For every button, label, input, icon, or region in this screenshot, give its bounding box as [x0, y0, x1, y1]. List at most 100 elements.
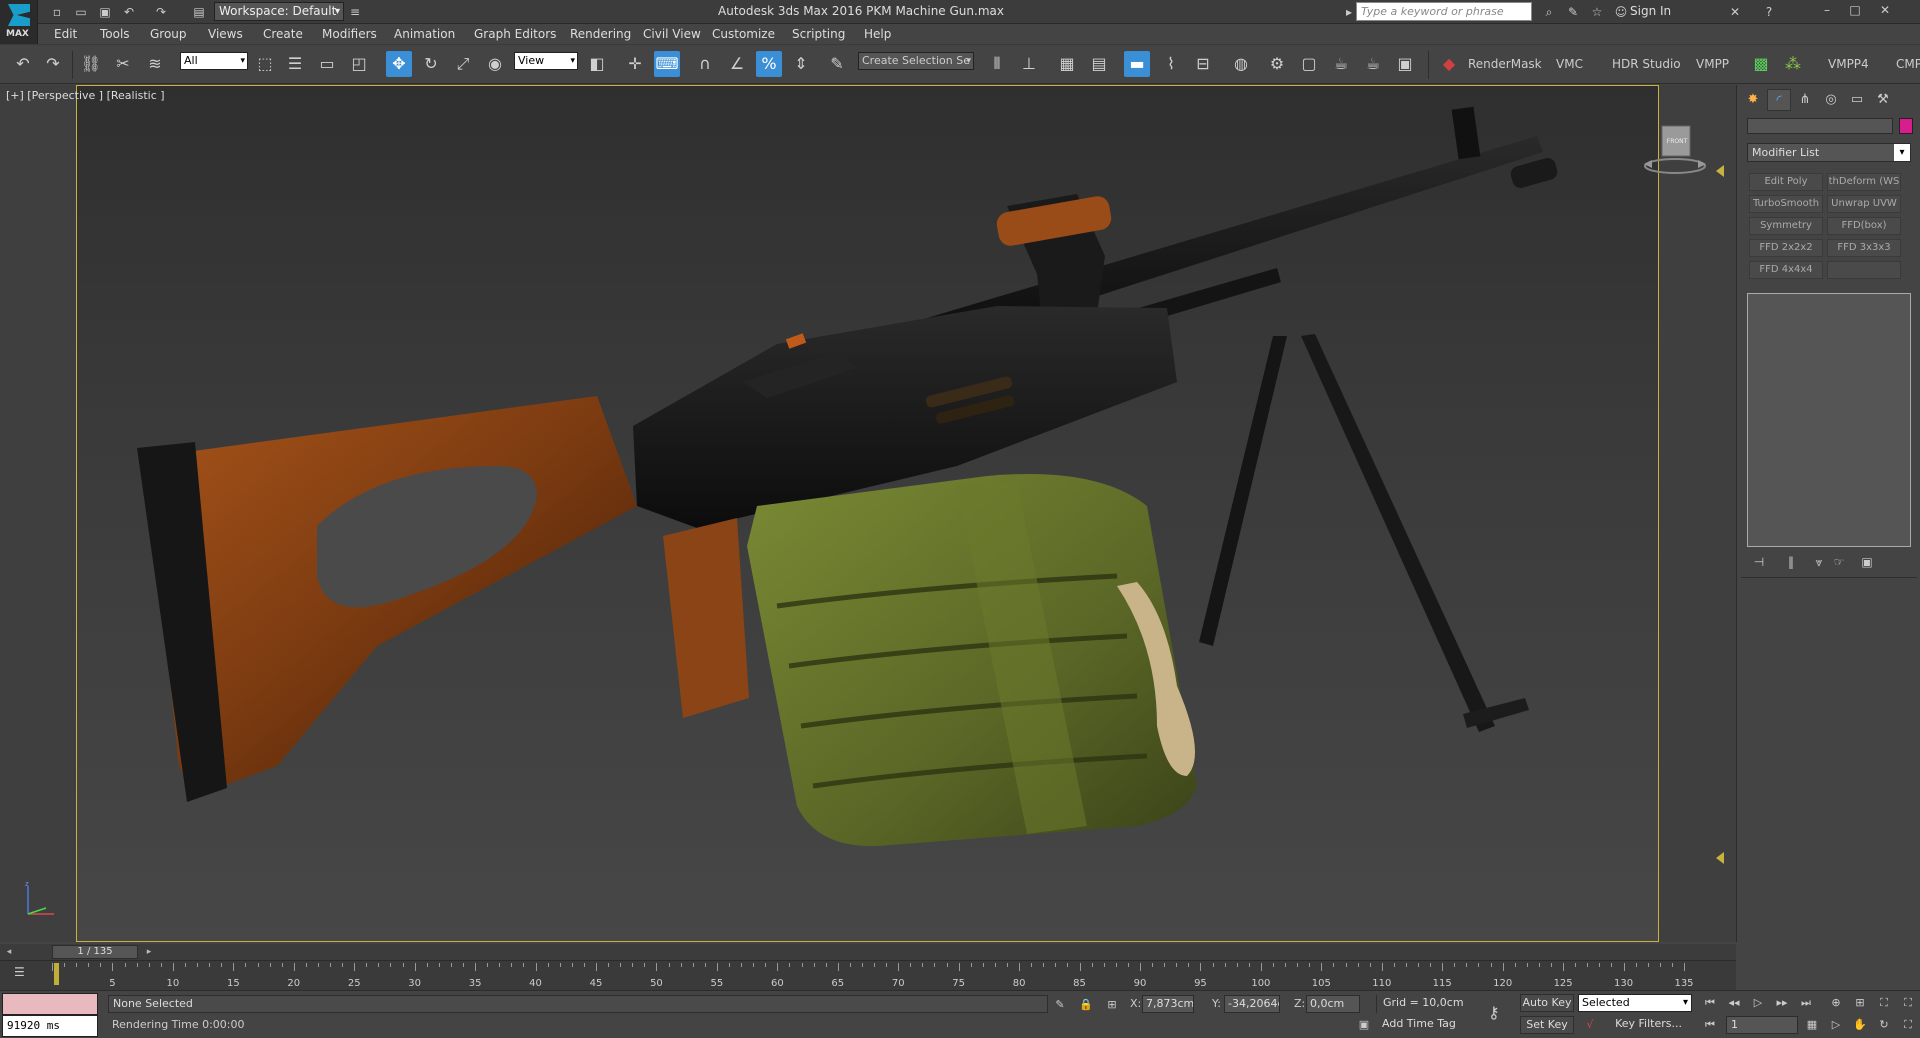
- object-color-swatch[interactable]: [1899, 118, 1913, 134]
- set-key-button[interactable]: Set Key: [1520, 1016, 1574, 1034]
- configure-modifier-sets-icon[interactable]: ▣: [1857, 553, 1877, 571]
- select-and-rotate-icon[interactable]: ↻: [418, 51, 444, 77]
- z-coord-field[interactable]: 0,0cm: [1306, 995, 1360, 1013]
- redo-icon[interactable]: ↷: [40, 51, 66, 77]
- quick-access-menu-icon[interactable]: ≡: [346, 3, 364, 21]
- spinner-snap-icon[interactable]: ⇕: [788, 51, 814, 77]
- maxscript-listener-input[interactable]: [2, 993, 98, 1015]
- menu-edit[interactable]: Edit: [54, 27, 77, 41]
- selection-lock-icon[interactable]: 🔒: [1078, 997, 1094, 1013]
- key-mode-toggle-icon[interactable]: ⏮: [1700, 1016, 1720, 1034]
- minimize-button[interactable]: –: [1814, 0, 1840, 20]
- modifier-button-ffd-box[interactable]: FFD(box): [1827, 217, 1901, 235]
- time-slider[interactable]: ◂ 1 / 135 ▸: [0, 944, 1736, 960]
- mirror-icon[interactable]: ⫴: [984, 51, 1010, 77]
- next-frame-icon[interactable]: ▸▸: [1772, 994, 1792, 1012]
- plugin-cmp[interactable]: CMP: [1896, 57, 1920, 71]
- save-file-icon[interactable]: ▣: [96, 3, 114, 21]
- key-mode-dropdown[interactable]: Selected: [1578, 994, 1692, 1012]
- app-logo[interactable]: MAX: [0, 0, 38, 44]
- menu-group[interactable]: Group: [150, 27, 187, 41]
- modifier-button-ffd-4x4x4[interactable]: FFD 4x4x4: [1749, 261, 1823, 279]
- select-object-icon[interactable]: ⬚: [252, 51, 278, 77]
- previous-frame-icon[interactable]: ◂◂: [1724, 994, 1744, 1012]
- select-and-move-icon[interactable]: ✥: [386, 51, 412, 77]
- viewcube[interactable]: FRONT: [1640, 122, 1710, 182]
- binoculars-icon[interactable]: ⌕: [1540, 3, 1558, 21]
- modifier-button-ffd-3x3x3[interactable]: FFD 3x3x3: [1827, 239, 1901, 257]
- menu-tools[interactable]: Tools: [100, 27, 130, 41]
- menu-civil-view[interactable]: Civil View: [643, 27, 701, 41]
- menu-customize[interactable]: Customize: [712, 27, 775, 41]
- add-time-tag-button[interactable]: Add Time Tag: [1376, 1017, 1456, 1030]
- snaps-toggle-icon[interactable]: ∩: [692, 51, 718, 77]
- plugin-spheres-icon[interactable]: ⁂: [1780, 51, 1806, 77]
- play-icon[interactable]: ▷: [1748, 994, 1768, 1012]
- modifier-button-empty[interactable]: [1827, 261, 1901, 279]
- rendermask-icon[interactable]: ◆: [1436, 51, 1462, 77]
- redo-icon[interactable]: ↷: [152, 3, 170, 21]
- menu-help[interactable]: Help: [864, 27, 891, 41]
- curve-editor-icon[interactable]: ⌇: [1158, 51, 1184, 77]
- menu-scripting[interactable]: Scripting: [792, 27, 845, 41]
- rectangular-selection-icon[interactable]: ▭: [314, 51, 340, 77]
- help-icon[interactable]: ?: [1760, 3, 1778, 21]
- close-window-button[interactable]: ✕: [1872, 0, 1898, 20]
- modifier-stack-list[interactable]: [1747, 293, 1911, 547]
- time-slider-next-icon[interactable]: ▸: [142, 945, 156, 959]
- menu-animation[interactable]: Animation: [394, 27, 455, 41]
- zoom-all-icon[interactable]: ⊞: [1850, 994, 1870, 1012]
- bind-to-space-warp-icon[interactable]: ≋: [142, 51, 168, 77]
- align-icon[interactable]: ⊥: [1016, 51, 1042, 77]
- pan-view-icon[interactable]: ✋: [1850, 1016, 1870, 1034]
- motion-tab-icon[interactable]: ◎: [1819, 89, 1843, 111]
- search-input[interactable]: Type a keyword or phrase: [1356, 2, 1532, 21]
- menu-graph-editors[interactable]: Graph Editors: [474, 27, 556, 41]
- modifier-button-path-deform[interactable]: thDeform (WS: [1827, 173, 1901, 191]
- y-coord-field[interactable]: -34,2064cm: [1224, 995, 1280, 1013]
- hierarchy-tab-icon[interactable]: ⋔: [1793, 89, 1817, 111]
- modifier-button-edit-poly[interactable]: Edit Poly: [1749, 173, 1823, 191]
- rendered-frame-window-icon[interactable]: ▢: [1296, 51, 1322, 77]
- chevron-down-icon[interactable]: ▾: [1894, 144, 1910, 161]
- menu-views[interactable]: Views: [208, 27, 243, 41]
- reference-coordinate-dropdown[interactable]: View: [514, 52, 578, 70]
- undo-icon[interactable]: ↶: [10, 51, 36, 77]
- maximize-button[interactable]: □: [1842, 0, 1868, 20]
- select-and-place-icon[interactable]: ◉: [482, 51, 508, 77]
- scene-explorer-icon[interactable]: ▤: [1086, 51, 1112, 77]
- menu-modifiers[interactable]: Modifiers: [322, 27, 377, 41]
- modifier-list-dropdown[interactable]: Modifier List ▾: [1747, 143, 1911, 162]
- modifier-button-symmetry[interactable]: Symmetry: [1749, 217, 1823, 235]
- selection-filter-dropdown[interactable]: All: [180, 52, 248, 70]
- menu-rendering[interactable]: Rendering: [570, 27, 631, 41]
- render-production-icon[interactable]: ☕: [1328, 51, 1354, 77]
- layer-manager-icon[interactable]: ▦: [1054, 51, 1080, 77]
- isolate-selection-icon[interactable]: ✎: [1052, 997, 1068, 1013]
- modifier-button-turbosmooth[interactable]: TurboSmooth: [1749, 195, 1823, 213]
- current-frame-field[interactable]: 1: [1726, 1016, 1798, 1034]
- percent-snap-icon[interactable]: %: [756, 51, 782, 77]
- go-to-end-icon[interactable]: ⏭: [1796, 994, 1816, 1012]
- make-unique-icon[interactable]: ⩔: [1809, 553, 1829, 571]
- object-name-field[interactable]: [1747, 118, 1893, 134]
- ribbon-toggle-icon[interactable]: ▬: [1124, 51, 1150, 77]
- show-end-result-icon[interactable]: ‖: [1781, 553, 1801, 571]
- field-of-view-icon[interactable]: ▷: [1826, 1016, 1846, 1034]
- undo-icon[interactable]: ↶: [120, 3, 138, 21]
- time-configuration-icon[interactable]: ▦: [1802, 1016, 1822, 1034]
- workspace-dropdown[interactable]: Workspace: Default: [214, 2, 344, 21]
- material-editor-icon[interactable]: ◍: [1228, 51, 1254, 77]
- select-by-name-icon[interactable]: ☰: [282, 51, 308, 77]
- time-slider-thumb[interactable]: 1 / 135: [52, 945, 138, 959]
- angle-snap-icon[interactable]: ∠: [724, 51, 750, 77]
- track-bar[interactable]: ☰ 5 10 15 20 25 30 35 40 45 50 55 60 65 70 75 80 85 90 95 1…: [0, 960, 1736, 990]
- plugin-vmpp4[interactable]: VMPP4: [1828, 57, 1869, 71]
- viewport-label[interactable]: [+] [Perspective ] [Realistic ]: [6, 89, 165, 102]
- orbit-icon[interactable]: ↻: [1874, 1016, 1894, 1034]
- project-folder-icon[interactable]: ▤: [190, 3, 208, 21]
- key-filters-button[interactable]: Key Filters...: [1578, 1016, 1692, 1034]
- modify-tab-icon[interactable]: ◜: [1767, 89, 1791, 111]
- zoom-extents-icon[interactable]: ⛶: [1874, 994, 1894, 1012]
- modifier-button-unwrap-uvw[interactable]: Unwrap UVW: [1827, 195, 1901, 213]
